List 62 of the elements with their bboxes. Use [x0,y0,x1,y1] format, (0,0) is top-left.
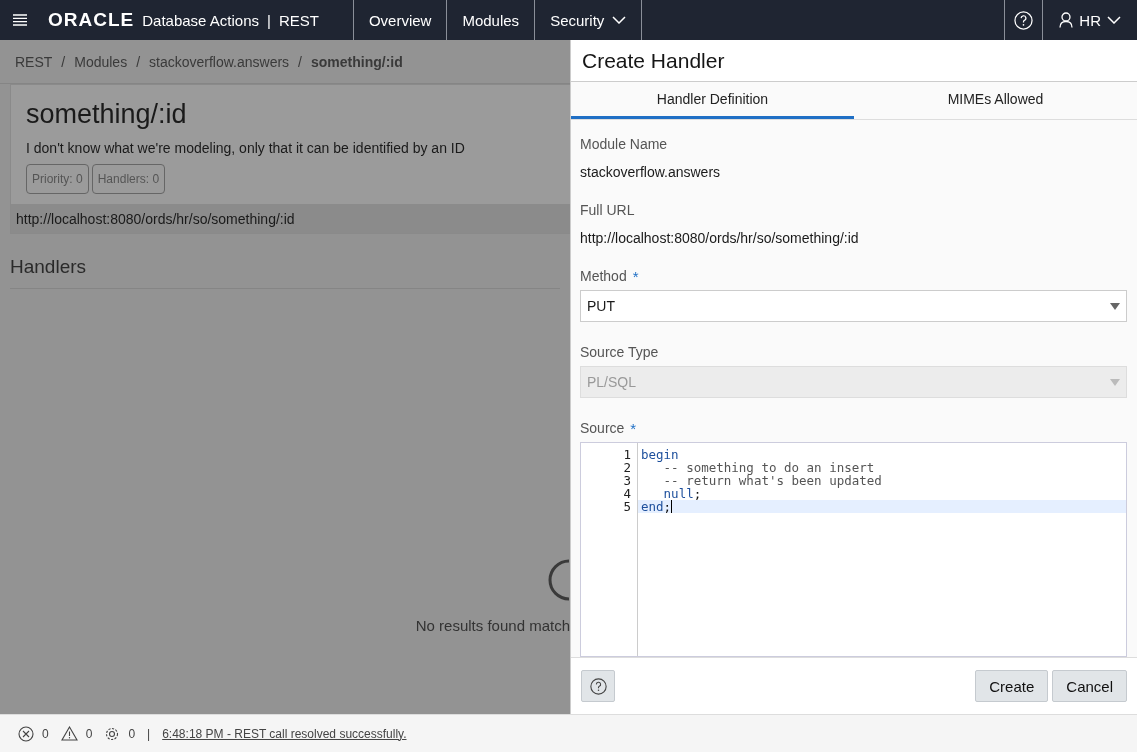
help-button[interactable] [581,670,615,702]
breadcrumb-link[interactable]: stackoverflow.answers [149,53,290,70]
template-url: http://localhost:8080/ords/hr/so/something/:id [11,204,570,233]
text-cursor [671,500,673,513]
required-asterisk: * [632,268,639,285]
cancel-button[interactable]: Cancel [1052,670,1127,702]
help-icon [1014,10,1034,30]
settings-count: 0 [128,726,136,741]
brand-logo: ORACLE [48,9,135,31]
panel-title: Create Handler [571,40,1137,82]
help-icon [589,677,607,695]
line-number: 1 [622,448,632,461]
count-badge: Priority: 0 [26,164,89,194]
warning-count: 0 [85,726,93,741]
field-label: Module Name [580,136,668,152]
breadcrumb-link[interactable]: REST [15,53,53,70]
settings-icon [104,725,121,742]
tab[interactable]: MIMEs Allowed [854,82,1137,119]
user-icon [1059,12,1074,28]
tab[interactable]: Handler Definition [571,82,854,119]
field-value: http://localhost:8080/ords/hr/so/something/:id [580,230,860,246]
status-separator: | [147,726,151,741]
error-count: 0 [42,726,49,741]
app-name: Database Actions [142,11,259,29]
code-line: begin [640,448,680,461]
dropdown-arrow-icon [1110,378,1120,386]
section-name: REST [278,11,319,29]
code-line: -- something to do an insert [663,461,875,474]
field-label: Source Type [580,344,659,360]
field-label: Full URL [580,202,635,218]
warning-icon [60,726,78,741]
line-number: 2 [622,461,632,474]
breadcrumb-separator: / [61,53,66,70]
loading-spinner-icon [548,559,570,601]
chevron-down-icon [1107,16,1121,24]
menu-icon [13,14,27,26]
code-line: -- return what's been updated [662,474,883,487]
dropdown-arrow-icon [1110,302,1120,310]
line-number: 5 [622,500,632,513]
required-asterisk: * [630,420,637,437]
template-description: I don't know what we're modeling, only that it can be identified by an ID [26,140,466,156]
breadcrumb-link[interactable]: Modules [74,53,128,70]
line-number: 3 [622,474,632,487]
count-badge: Handlers: 0 [91,164,166,194]
handlers-heading: Handlers [10,256,560,289]
field-label: Method [580,268,627,284]
title-separator: | [267,11,271,29]
error-icon [18,725,34,742]
line-number: 4 [622,487,632,500]
breadcrumb-separator: / [298,53,302,70]
create-button[interactable]: Create [975,670,1049,702]
chevron-down-icon [612,16,627,24]
breadcrumb-separator: / [136,53,141,70]
template-title: something/:id [26,99,188,130]
field-label: Source [580,420,625,436]
field-value: stackoverflow.answers [580,164,722,180]
code-line: null; [663,487,703,500]
breadcrumb-link[interactable]: something/:id [311,53,403,70]
select-field[interactable]: PUT [580,290,1127,322]
status-message-link[interactable]: 6:48:18 PM - REST call resolved successfully. [162,726,407,741]
code-editor[interactable]: 1 2 3 4 5 begin -- something to do an insert -- return what's been updated null; end; [580,442,1127,657]
empty-message: No results found match [415,617,570,634]
